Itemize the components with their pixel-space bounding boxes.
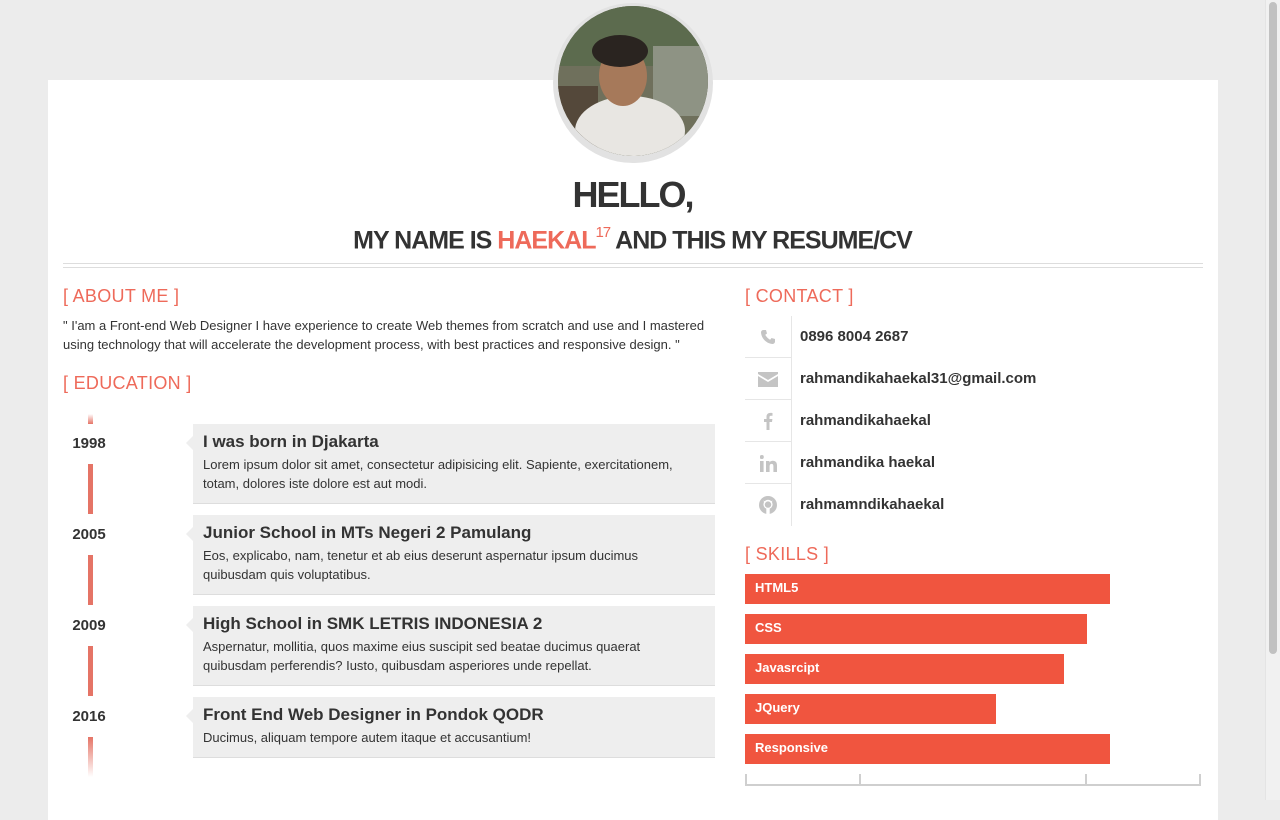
education-item-desc: Eos, explicabo, nam, tenetur et ab eius … <box>203 548 639 582</box>
contact-facebook: rahmandikahaekal <box>745 400 1201 442</box>
skill-label: Responsive <box>755 740 828 755</box>
about-title: [ ABOUT ME ] <box>63 286 180 306</box>
contact-github: rahmamndikahaekal <box>745 484 1201 526</box>
education-item-title: Junior School in MTs Negeri 2 Pamulang <box>203 523 532 542</box>
contact-linkedin: rahmandika haekal <box>745 442 1201 484</box>
contact-email: rahmandikahaekal31@gmail.com <box>745 358 1201 400</box>
education-item-desc: Ducimus, aliquam tempore autem itaque et… <box>203 730 532 745</box>
owner-name-sup: 17 <box>595 224 611 241</box>
axis-tick <box>1085 774 1087 786</box>
timeline-line <box>88 555 93 605</box>
page-subtitle: MY NAME IS HAEKAL17 AND THIS MY RESUME/C… <box>0 218 1265 257</box>
education-item-title: Front End Web Designer in Pondok QODR <box>203 705 544 724</box>
axis-tick <box>1199 774 1201 786</box>
facebook-icon <box>745 400 792 442</box>
education-item: I was born in Djakarta Lorem ipsum dolor… <box>186 424 715 504</box>
skill-bar: Javasrcipt <box>745 654 1064 684</box>
skill-bar: Responsive <box>745 734 1110 764</box>
avatar <box>558 6 708 156</box>
education-item-desc: Aspernatur, mollitia, quos maxime eius s… <box>203 639 641 673</box>
axis-baseline <box>745 784 1201 786</box>
education-item-title: I was born in Djakarta <box>203 432 379 451</box>
skill-label: JQuery <box>755 700 800 715</box>
phone-icon <box>745 316 792 358</box>
timeline-line <box>88 646 93 696</box>
contact-text[interactable]: rahmandikahaekal <box>800 400 931 442</box>
timeline-line <box>88 737 93 777</box>
scrollbar-thumb[interactable] <box>1269 2 1277 654</box>
education-title: [ EDUCATION ] <box>63 373 192 393</box>
education-item: Junior School in MTs Negeri 2 Pamulang E… <box>186 515 715 595</box>
contact-text[interactable]: 0896 8004 2687 <box>800 316 908 358</box>
subtitle-suffix: AND THIS MY RESUME/CV <box>610 226 913 255</box>
skill-label: CSS <box>755 620 782 635</box>
skill-bar: JQuery <box>745 694 996 724</box>
contact-phone: 0896 8004 2687 <box>745 316 1201 358</box>
contact-text[interactable]: rahmandika haekal <box>800 442 935 484</box>
header-divider <box>63 263 1203 268</box>
skill-label: Javasrcipt <box>755 660 820 675</box>
skill-bar: CSS <box>745 614 1087 644</box>
skills-title: [ SKILLS ] <box>745 544 830 564</box>
vertical-scrollbar[interactable] <box>1265 0 1280 800</box>
timeline-line <box>88 414 93 424</box>
contact-column-divider <box>791 316 792 526</box>
skills-axis <box>745 774 1201 786</box>
timeline-year: 2009 <box>72 617 106 634</box>
owner-name: HAEKAL <box>497 226 596 255</box>
timeline-year: 2016 <box>72 708 106 725</box>
education-item: High School in SMK LETRIS INDONESIA 2 As… <box>186 606 715 686</box>
linkedin-icon <box>745 442 792 484</box>
axis-tick <box>745 774 747 786</box>
timeline-year: 1998 <box>72 435 106 452</box>
timeline-year: 2005 <box>72 526 106 543</box>
greeting-heading: HELLO, <box>572 174 695 215</box>
skill-bar: HTML5 <box>745 574 1110 604</box>
about-text: " I'am a Front-end Web Designer I have e… <box>63 318 705 352</box>
subtitle-prefix: MY NAME IS <box>353 226 498 255</box>
education-item: Front End Web Designer in Pondok QODR Du… <box>186 697 715 758</box>
contact-text[interactable]: rahmandikahaekal31@gmail.com <box>800 358 1036 400</box>
education-item-title: High School in SMK LETRIS INDONESIA 2 <box>203 614 543 633</box>
github-icon <box>745 484 792 526</box>
education-item-desc: Lorem ipsum dolor sit amet, consectetur … <box>203 457 673 491</box>
contact-text[interactable]: rahmamndikahaekal <box>800 484 944 526</box>
skill-label: HTML5 <box>755 580 799 595</box>
axis-tick <box>859 774 861 786</box>
contact-title: [ CONTACT ] <box>745 286 854 306</box>
envelope-icon <box>745 358 792 400</box>
timeline-line <box>88 464 93 514</box>
